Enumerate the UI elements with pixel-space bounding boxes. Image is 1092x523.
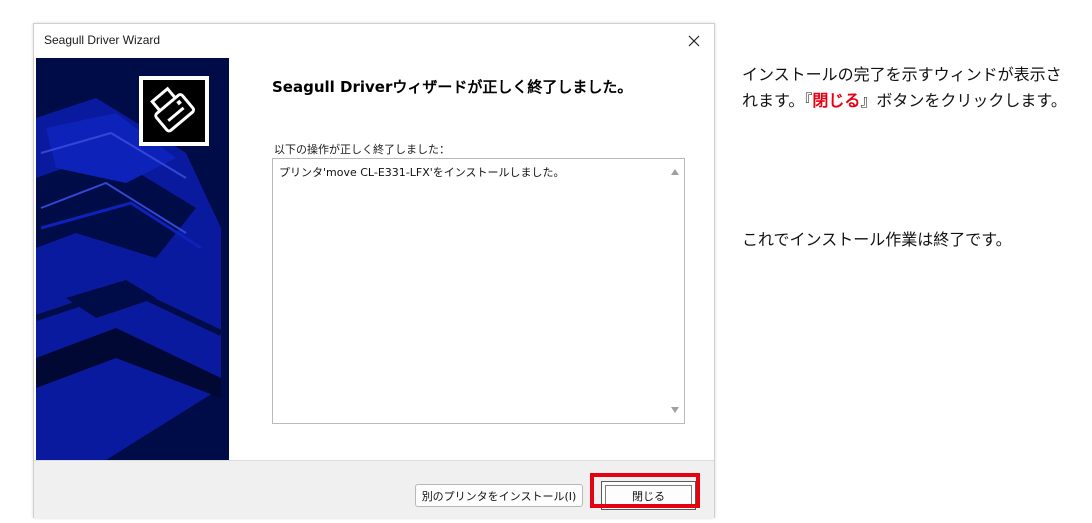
- wizard-footer: 別のプリンタをインストール(I) 閉じる: [34, 460, 714, 518]
- wizard-window: Seagull Driver Wizard Seagull Driverウィザー…: [33, 23, 715, 518]
- close-button[interactable]: 閉じる: [601, 481, 696, 510]
- scroll-up-arrow-icon: [671, 169, 679, 175]
- instruction-emphasis: 閉じる: [812, 91, 861, 110]
- scroll-up-button[interactable]: [670, 167, 680, 177]
- instruction-part2: 』ボタンをクリックします。: [860, 91, 1067, 110]
- result-text: プリンタ'move CL-E331-LFX'をインストールしました。: [279, 166, 565, 179]
- scroll-down-arrow-icon: [671, 407, 679, 413]
- instruction-text: インストールの完了を示すウィンドが表示されます。『閉じる』ボタンをクリックします…: [742, 62, 1072, 114]
- title-bar: Seagull Driver Wizard: [34, 24, 714, 58]
- window-close-button[interactable]: [680, 28, 708, 54]
- result-textbox[interactable]: プリンタ'move CL-E331-LFX'をインストールしました。: [272, 158, 685, 424]
- close-icon: [688, 35, 700, 47]
- wizard-banner: [36, 58, 229, 460]
- printer-logo: [139, 76, 209, 146]
- printer-logo-icon: [139, 76, 209, 146]
- instruction-completion-text: これでインストール作業は終了です。: [742, 230, 1012, 249]
- install-other-printer-button[interactable]: 別のプリンタをインストール(I): [415, 484, 583, 507]
- completion-heading: Seagull Driverウィザードが正しく終了しました。: [272, 78, 633, 96]
- result-label: 以下の操作が正しく終了しました：: [274, 143, 450, 156]
- scroll-down-button[interactable]: [670, 405, 680, 415]
- close-button-label: 閉じる: [605, 485, 692, 506]
- window-title: Seagull Driver Wizard: [44, 33, 161, 47]
